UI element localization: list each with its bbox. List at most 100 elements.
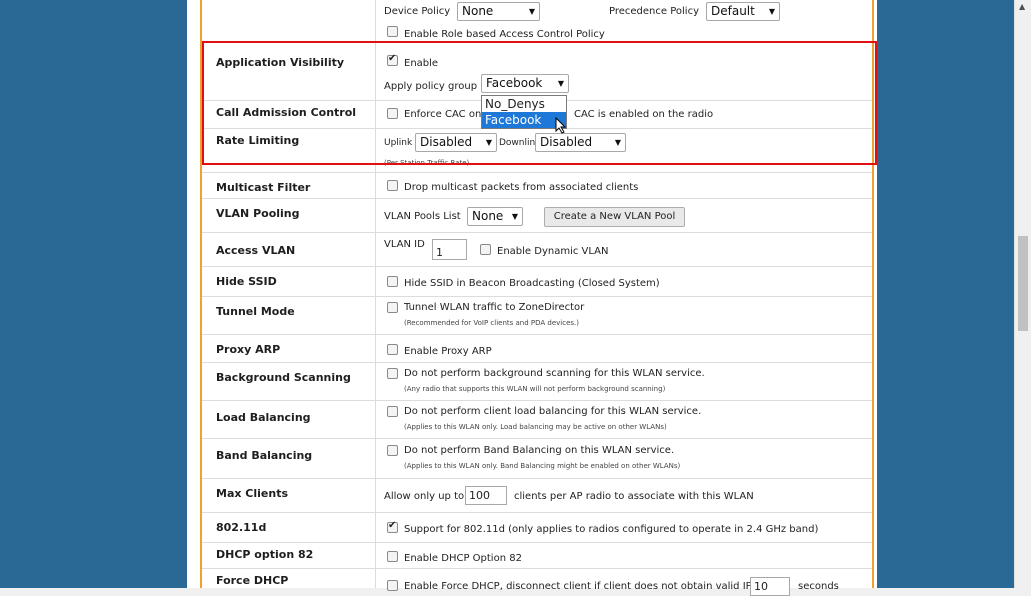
tunnel-mode-row: Tunnel Mode Tunnel WLAN traffic to ZoneD… — [202, 297, 872, 335]
vlan-id-input[interactable]: 1 — [432, 239, 467, 260]
band-balancing-checkbox[interactable] — [387, 445, 398, 456]
scrollbar[interactable]: ▲ — [1014, 0, 1031, 588]
precedence-policy-select[interactable]: Default ▼ — [706, 2, 780, 21]
vlan-pools-select[interactable]: None ▼ — [467, 207, 523, 226]
background-scanning-checkbox[interactable] — [387, 368, 398, 379]
hide-ssid-label: Hide SSID — [216, 275, 277, 288]
dot11d-checkbox[interactable] — [387, 520, 398, 533]
proxy-arp-text: Enable Proxy ARP — [404, 346, 492, 357]
scroll-up-icon[interactable]: ▲ — [1019, 2, 1025, 12]
hide-ssid-text: Hide SSID in Beacon Broadcasting (Closed… — [404, 278, 660, 289]
background-scanning-row: Background Scanning Do not perform backg… — [202, 363, 872, 401]
load-balancing-text: Do not perform client load balancing for… — [404, 406, 702, 417]
dot11d-text: Support for 802.11d (only applies to rad… — [404, 524, 819, 535]
rate-limiting-label: Rate Limiting — [216, 134, 300, 147]
create-vlan-pool-button[interactable]: Create a New VLAN Pool — [544, 207, 685, 227]
load-balancing-checkbox[interactable] — [387, 406, 398, 417]
precedence-policy-label: Precedence Policy — [609, 6, 699, 17]
max-clients-row: Max Clients Allow only up to 100 clients… — [202, 479, 872, 513]
hide-ssid-row: Hide SSID Hide SSID in Beacon Broadcasti… — [202, 267, 872, 297]
device-policy-select[interactable]: None ▼ — [457, 2, 540, 21]
hide-ssid-checkbox[interactable] — [387, 276, 398, 287]
rate-limiting-note: (Per Station Traffic Rate) — [384, 159, 470, 167]
chevron-down-icon: ▼ — [528, 7, 535, 16]
multicast-checkbox[interactable] — [387, 180, 398, 191]
force-dhcp-label: Force DHCP — [216, 574, 289, 587]
chevron-down-icon: ▼ — [768, 7, 775, 16]
dynamic-vlan-checkbox[interactable] — [480, 244, 491, 255]
background-scanning-note: (Any radio that supports this WLAN will … — [404, 385, 666, 393]
dhcp82-label: DHCP option 82 — [216, 548, 314, 561]
app-visibility-enable-label: Enable — [404, 58, 439, 69]
tunnel-text: Tunnel WLAN traffic to ZoneDirector — [404, 302, 585, 313]
role-based-label: Enable Role based Access Control Policy — [404, 29, 605, 40]
proxy-arp-checkbox[interactable] — [387, 344, 398, 355]
max-clients-label: Max Clients — [216, 487, 289, 500]
band-balancing-row: Band Balancing Do not perform Band Balan… — [202, 439, 872, 479]
background-scanning-text: Do not perform background scanning for t… — [404, 368, 705, 379]
chevron-down-icon: ▼ — [511, 212, 518, 221]
dot11d-label: 802.11d — [216, 521, 267, 534]
right-background — [877, 0, 1014, 588]
tunnel-note: (Recommended for VoIP clients and PDA de… — [404, 319, 579, 327]
force-dhcp-unit: seconds — [798, 581, 839, 592]
chevron-down-icon: ▼ — [557, 79, 564, 88]
load-balancing-label: Load Balancing — [216, 411, 311, 424]
multicast-text: Drop multicast packets from associated c… — [404, 182, 639, 193]
app-visibility-label: Application Visibility — [216, 56, 345, 69]
app-visibility-enable-checkbox[interactable] — [387, 53, 398, 66]
policy-group-label: Apply policy group — [384, 81, 478, 92]
dot11d-row: 802.11d Support for 802.11d (only applie… — [202, 513, 872, 543]
multicast-label: Multicast Filter — [216, 181, 311, 194]
dropdown-option-no-denys[interactable]: No_Denys — [482, 96, 566, 112]
mouse-cursor-icon — [555, 117, 567, 134]
downlink-select[interactable]: Disabled ▼ — [535, 133, 626, 152]
rate-limiting-row: Rate Limiting Uplink Disabled ▼ Downlink … — [202, 129, 872, 173]
force-dhcp-row: Force DHCP Enable Force DHCP, disconnect… — [202, 569, 872, 596]
policy-group-select[interactable]: Facebook ▼ — [481, 74, 569, 93]
panel-border-right — [872, 0, 874, 588]
chevron-down-icon: ▼ — [485, 138, 492, 147]
vlan-pooling-label: VLAN Pooling — [216, 207, 300, 220]
load-balancing-row: Load Balancing Do not perform client loa… — [202, 401, 872, 439]
left-background — [0, 0, 187, 588]
load-balancing-note: (Applies to this WLAN only. Load balanci… — [404, 423, 667, 431]
max-clients-text-left: Allow only up to — [384, 491, 465, 502]
multicast-row: Multicast Filter Drop multicast packets … — [202, 173, 872, 199]
access-vlan-label: Access VLAN — [216, 244, 296, 257]
uplink-select[interactable]: Disabled ▼ — [415, 133, 497, 152]
cac-checkbox[interactable] — [387, 108, 398, 119]
max-clients-input[interactable]: 100 — [465, 486, 507, 505]
background-scanning-label: Background Scanning — [216, 371, 351, 384]
device-policy-label: Device Policy — [384, 6, 451, 17]
vlan-id-label: VLAN ID — [384, 239, 425, 250]
cac-text-right: CAC is enabled on the radio — [574, 109, 714, 120]
force-dhcp-input[interactable]: 10 — [750, 577, 790, 596]
dhcp82-text: Enable DHCP Option 82 — [404, 553, 522, 564]
dropdown-option-facebook[interactable]: Facebook — [482, 112, 566, 128]
policy-row: Device Policy None ▼ Precedence Policy De… — [202, 0, 872, 43]
scrollbar-thumb[interactable] — [1018, 236, 1028, 331]
force-dhcp-checkbox[interactable] — [387, 580, 398, 591]
vlan-pools-list-label: VLAN Pools List — [384, 211, 461, 222]
tunnel-mode-label: Tunnel Mode — [216, 305, 295, 318]
call-admission-label: Call Admission Control — [216, 106, 357, 119]
force-dhcp-text: Enable Force DHCP, disconnect client if … — [404, 581, 764, 592]
tunnel-checkbox[interactable] — [387, 302, 398, 313]
dhcp82-checkbox[interactable] — [387, 551, 398, 562]
access-vlan-row: Access VLAN VLAN ID 1 Enable Dynamic VLA… — [202, 233, 872, 267]
vlan-pooling-row: VLAN Pooling VLAN Pools List None ▼ Creat… — [202, 199, 872, 233]
max-clients-text-right: clients per AP radio to associate with t… — [514, 491, 754, 502]
band-balancing-text: Do not perform Band Balancing on this WL… — [404, 445, 675, 456]
chevron-down-icon: ▼ — [614, 138, 621, 147]
role-based-checkbox[interactable] — [387, 26, 398, 37]
uplink-label: Uplink — [384, 138, 413, 148]
dynamic-vlan-label: Enable Dynamic VLAN — [497, 246, 609, 257]
band-balancing-note: (Applies to this WLAN only. Band Balanci… — [404, 462, 681, 470]
proxy-arp-label: Proxy ARP — [216, 343, 281, 356]
cac-text-left: Enforce CAC on — [404, 109, 482, 120]
dhcp82-row: DHCP option 82 Enable DHCP Option 82 — [202, 543, 872, 569]
app-visibility-row: Application Visibility Enable Apply poli… — [202, 43, 872, 101]
band-balancing-label: Band Balancing — [216, 449, 313, 462]
proxy-arp-row: Proxy ARP Enable Proxy ARP — [202, 335, 872, 363]
